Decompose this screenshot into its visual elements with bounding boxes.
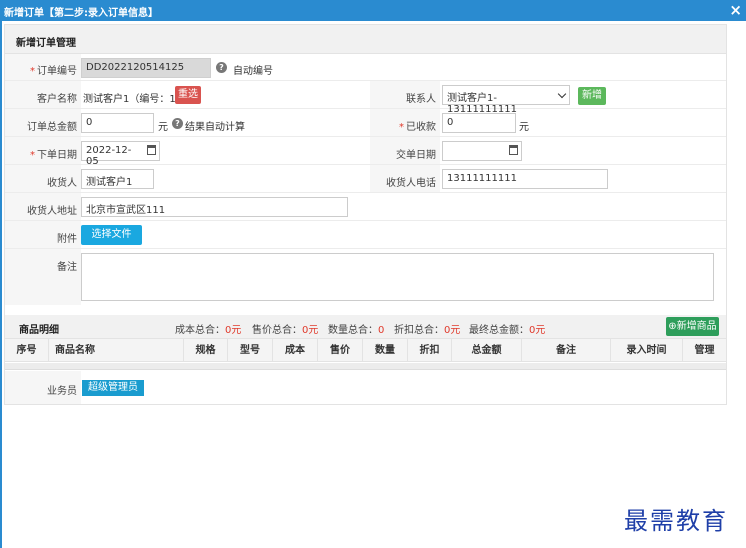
receiver-label: 收货人: [47, 178, 77, 189]
help-icon: ?: [216, 62, 227, 73]
goods-table-body: [5, 363, 726, 370]
salesperson-label: 业务员: [47, 386, 77, 397]
col-cost: 成本: [273, 339, 318, 362]
col-spec: 规格: [184, 339, 228, 362]
left-edge-border: [0, 21, 2, 548]
choose-file-button[interactable]: 选择文件: [81, 225, 142, 245]
summary-price: 售价总合：0元: [252, 325, 319, 336]
order-date-input[interactable]: 2022-12-05: [81, 141, 160, 167]
salesperson-badge: 超级管理员: [82, 380, 144, 396]
delivery-date-input[interactable]: [442, 141, 522, 161]
row-address: 收货人地址 北京市宣武区111: [5, 193, 726, 221]
plus-circle-icon: ⊕: [668, 321, 677, 332]
row-amount: 订单总金额 0 元 ? 结果自动计算 * 已收款 0 元: [5, 109, 726, 137]
col-model: 型号: [228, 339, 273, 362]
summary-final-total: 最终总金额：0元: [469, 325, 546, 336]
remark-textarea[interactable]: [81, 253, 714, 301]
row-receiver: 收货人 测试客户1 收货人电话 13111111111: [5, 165, 726, 193]
col-name: 商品名称: [49, 339, 184, 362]
reselect-customer-button[interactable]: 重选: [175, 86, 201, 104]
col-manage: 管理: [694, 345, 715, 356]
add-goods-button[interactable]: ⊕新增商品: [666, 317, 719, 336]
calendar-icon[interactable]: [147, 145, 156, 155]
chevron-down-icon: [557, 89, 567, 99]
receiver-phone-input[interactable]: 13111111111: [442, 169, 608, 189]
received-input[interactable]: 0: [442, 113, 516, 133]
receiver-address-label: 收货人地址: [27, 206, 77, 217]
col-index: 序号: [5, 339, 49, 362]
summary-cost: 成本总合：0元: [175, 325, 242, 336]
received-label: * 已收款: [399, 122, 436, 133]
total-amount-label: 订单总金额: [27, 122, 77, 133]
total-amount-input[interactable]: 0: [81, 113, 154, 133]
order-date-value: 2022-12-05: [86, 145, 132, 167]
customer-label: 客户名称: [37, 94, 77, 105]
col-discount: 折扣: [408, 339, 452, 362]
summary-discount: 折扣总合：0元: [394, 325, 461, 336]
col-price: 售价: [318, 339, 363, 362]
watermark-logo: 最需教育: [624, 507, 728, 535]
order-form-panel: 新增订单管理 * 订单编号 DD2022120514125 ? 自动编号 客户名称…: [4, 24, 727, 405]
calendar-icon[interactable]: [509, 145, 518, 155]
row-attachment: 附件 选择文件: [5, 221, 726, 249]
contact-select[interactable]: 测试客户1-13111111111: [442, 85, 570, 115]
help-icon: ?: [172, 118, 183, 129]
window-title: 新增订单【第二步:录入订单信息】: [4, 8, 158, 19]
order-no-label: * 订单编号: [30, 66, 77, 77]
close-icon[interactable]: ×: [729, 1, 742, 19]
order-date-label: * 下单日期: [30, 150, 77, 161]
remark-label: 备注: [57, 262, 77, 273]
receiver-input[interactable]: 测试客户1: [81, 169, 154, 189]
receiver-address-input[interactable]: 北京市宣武区111: [81, 197, 348, 217]
order-no-field[interactable]: DD2022120514125: [81, 58, 211, 78]
goods-header: 商品明细 成本总合：0元 售价总合：0元 数量总合：0 折扣总合：0元 最终总金…: [5, 315, 726, 339]
goods-title: 商品明细: [19, 325, 59, 336]
add-contact-button[interactable]: 新增: [578, 87, 606, 105]
order-no-hint: 自动编号: [233, 66, 273, 77]
col-total: 总金额: [452, 339, 522, 362]
row-customer: 客户名称 测试客户1（编号：1） 重选 联系人 测试客户1-1311111111…: [5, 81, 726, 115]
summary-quantity: 数量总合：0: [328, 325, 385, 336]
row-dates: * 下单日期 2022-12-05 交单日期: [5, 137, 726, 167]
row-remark: 备注: [5, 249, 726, 305]
section-header: 新增订单管理: [5, 25, 726, 54]
row-salesperson: 业务员 超级管理员: [5, 371, 726, 404]
total-amount-hint: 结果自动计算: [185, 122, 245, 133]
goods-table-header: 序号 商品名称 规格 型号 成本 售价 数量 折扣 总金额 备注 录入时间 管理: [5, 339, 726, 362]
delivery-date-label: 交单日期: [396, 150, 436, 161]
col-quantity: 数量: [363, 339, 408, 362]
col-entry-time: 录入时间: [611, 339, 683, 362]
customer-value: 测试客户1（编号：1）: [83, 94, 186, 105]
total-amount-unit: 元: [158, 122, 168, 133]
section-title: 新增订单管理: [16, 38, 76, 49]
col-remark: 备注: [522, 339, 611, 362]
received-unit: 元: [519, 122, 529, 133]
attachment-label: 附件: [57, 234, 77, 245]
row-order-no: * 订单编号 DD2022120514125 ? 自动编号: [5, 54, 726, 81]
receiver-phone-label: 收货人电话: [386, 178, 436, 189]
window-titlebar: 新增订单【第二步:录入订单信息】 ×: [0, 0, 746, 21]
contact-label: 联系人: [406, 94, 436, 105]
